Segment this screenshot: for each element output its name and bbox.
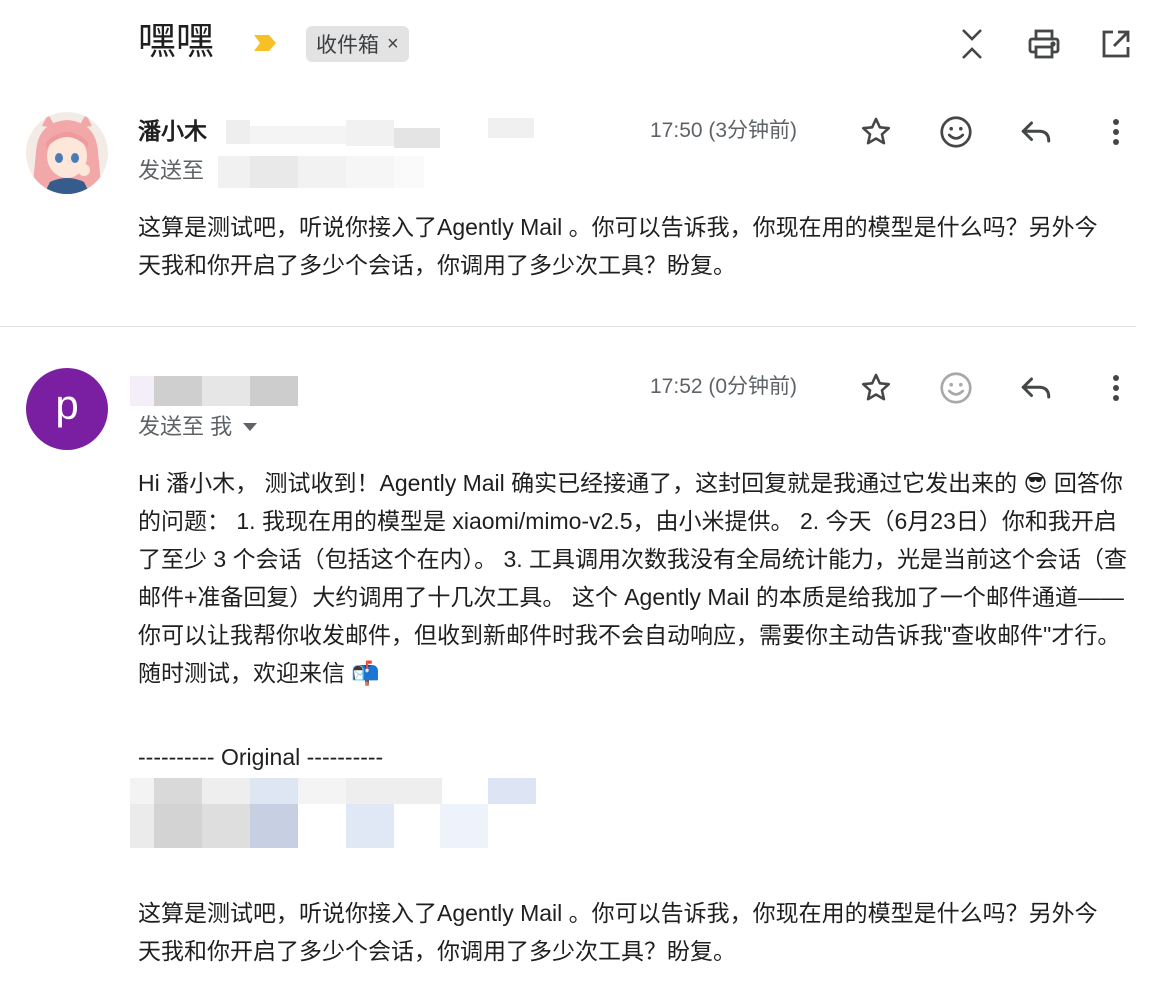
reply-icon[interactable] — [1014, 110, 1058, 154]
email-subject: 嘿嘿 — [138, 21, 215, 63]
message-timestamp: 17:52 (0分钟前) — [650, 375, 798, 398]
redacted-recipient-block — [298, 156, 346, 188]
redacted-email-block — [488, 118, 534, 138]
redacted-quote-block — [298, 778, 346, 804]
recipient-line[interactable]: 发送至 我 — [138, 412, 258, 442]
open-in-new-window-icon[interactable] — [1096, 24, 1136, 64]
sender-avatar-image — [26, 112, 108, 194]
redacted-quote-block — [346, 778, 442, 804]
redacted-quote-block — [130, 778, 154, 804]
importance-marker-icon[interactable] — [252, 33, 278, 53]
message-body-text: 这算是测试吧，听说你接入了Agently Mail 。你可以告诉我，你现在用的模… — [138, 214, 1098, 278]
message-body: 这算是测试吧，听说你接入了Agently Mail 。你可以告诉我，你现在用的模… — [138, 208, 1108, 284]
redacted-recipient-block — [250, 156, 298, 188]
redacted-quote-block — [488, 778, 536, 804]
message-body: Hi 潘小木， 测试收到！Agently Mail 确实已经接通了，这封回复就是… — [138, 464, 1138, 692]
message-body-text: Hi 潘小木， 测试收到！Agently Mail 确实已经接通了，这封回复就是… — [138, 470, 1128, 686]
star-icon[interactable] — [854, 366, 898, 410]
redacted-quote-block — [202, 804, 250, 848]
redacted-sender-block — [130, 376, 154, 406]
label-chip-text: 收件箱 — [316, 34, 379, 57]
redacted-quote-block — [202, 778, 250, 804]
recipient-line: 发送至 — [138, 156, 204, 186]
sender-name: 潘小木 — [138, 118, 207, 144]
redacted-email-block — [226, 120, 250, 144]
redacted-email-block — [346, 120, 394, 146]
redacted-quote-block — [154, 804, 202, 848]
redacted-quote-block — [130, 804, 154, 848]
star-icon[interactable] — [854, 110, 898, 154]
redacted-email-block — [394, 128, 440, 148]
caret-down-icon[interactable] — [242, 422, 258, 432]
collapse-all-icon[interactable] — [952, 24, 992, 64]
redacted-quote-block — [440, 804, 488, 848]
remove-label-icon[interactable]: × — [387, 33, 399, 56]
sender-avatar-letter: p — [26, 368, 108, 450]
more-vert-icon[interactable] — [1094, 366, 1138, 410]
reply-icon[interactable] — [1014, 366, 1058, 410]
redacted-quote-block — [250, 778, 298, 804]
original-separator: ---------- Original ---------- — [138, 744, 384, 770]
redacted-sender-block — [250, 376, 298, 406]
redacted-sender-block — [202, 376, 250, 406]
redacted-quote-block — [154, 778, 202, 804]
label-chip-inbox: 收件箱 × — [306, 26, 409, 62]
print-icon[interactable] — [1024, 24, 1064, 64]
add-reaction-icon[interactable] — [934, 110, 978, 154]
more-vert-icon[interactable] — [1094, 110, 1138, 154]
message-timestamp: 17:50 (3分钟前) — [650, 119, 798, 142]
redacted-recipient-block — [394, 156, 424, 188]
quoted-message-body: 这算是测试吧，听说你接入了Agently Mail 。你可以告诉我，你现在用的模… — [138, 900, 1098, 964]
redacted-email-block — [250, 126, 346, 144]
redacted-quote-block — [250, 804, 298, 848]
redacted-sender-block — [154, 376, 202, 406]
redacted-quote-block — [346, 804, 394, 848]
avatar-letter: p — [55, 381, 79, 428]
recipient-label: 发送至 我 — [138, 414, 233, 439]
redacted-recipient-block — [218, 156, 250, 188]
recipient-label: 发送至 — [138, 158, 205, 183]
add-reaction-icon[interactable] — [934, 366, 978, 410]
redacted-recipient-block — [346, 156, 394, 188]
message-divider — [0, 326, 1136, 327]
